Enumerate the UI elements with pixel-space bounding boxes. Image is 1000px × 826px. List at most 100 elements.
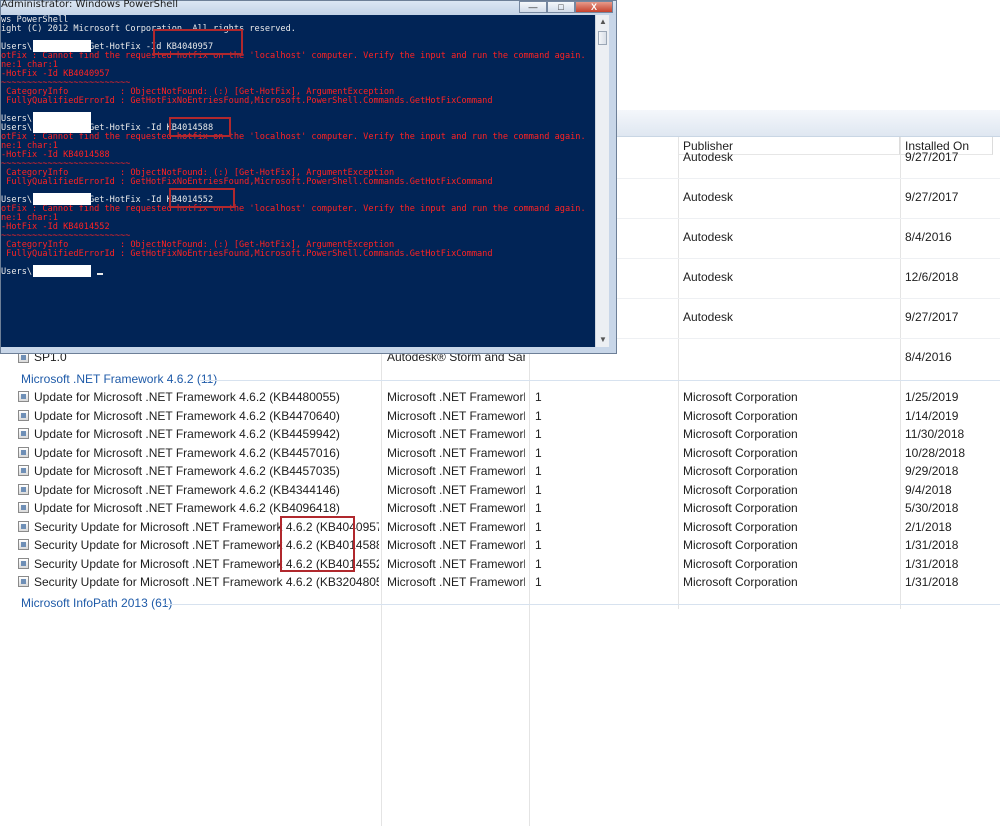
row-installed-on: 1/31/2018 — [905, 538, 959, 552]
update-icon — [18, 483, 29, 495]
powershell-window[interactable]: Administrator: Windows PowerShell — □ X … — [0, 0, 617, 354]
row-version: 1 — [535, 408, 542, 423]
table-row[interactable]: Update for Microsoft .NET Framework 4.6.… — [0, 481, 1000, 499]
row-installed-on: 10/28/2018 — [905, 445, 966, 460]
table-row[interactable]: Security Update for Microsoft .NET Frame… — [0, 536, 1000, 554]
row-publisher: Microsoft Corporation — [683, 482, 798, 497]
minimize-button[interactable]: — — [519, 1, 547, 13]
table-row[interactable]: Update for Microsoft .NET Framework 4.6.… — [0, 425, 1000, 443]
row-installed-on: 9/4/2018 — [905, 482, 952, 497]
row-program: Microsoft .NET Framework... — [387, 556, 525, 571]
row-installed-on: 5/30/2018 — [905, 501, 959, 515]
row-publisher: Microsoft Corporation — [683, 519, 798, 534]
row-installed-on: 2/1/2018 — [905, 519, 952, 534]
row-program: Microsoft .NET Framework... — [387, 482, 525, 497]
table-row[interactable]: Update for Microsoft .NET Framework 4.6.… — [0, 462, 1000, 480]
row-version: 1 — [535, 519, 542, 534]
scroll-up-icon[interactable]: ▲ — [596, 15, 610, 29]
update-icon — [18, 576, 29, 587]
row-installed-on: 8/4/2016 — [905, 350, 952, 364]
powershell-titlebar[interactable]: Administrator: Windows PowerShell — □ X — [1, 0, 616, 15]
console-scrollbar[interactable]: ▲ ▼ — [595, 15, 610, 347]
row-publisher: Autodesk — [683, 150, 734, 164]
scroll-down-icon[interactable]: ▼ — [596, 333, 610, 347]
row-installed-on: 9/27/2017 — [905, 190, 959, 204]
row-installed-on: 1/25/2019 — [905, 390, 959, 404]
row-program: Microsoft .NET Framework... — [387, 464, 525, 478]
row-installed-on: 9/27/2017 — [905, 150, 959, 164]
update-icon — [18, 391, 29, 402]
row-program: Microsoft .NET Framework... — [387, 519, 525, 534]
update-icon — [18, 502, 29, 513]
group-header-infopath[interactable]: Microsoft InfoPath 2013 (61) — [21, 596, 172, 610]
kb-highlight-box — [153, 29, 243, 55]
row-publisher: Microsoft Corporation — [683, 575, 798, 589]
row-version: 1 — [535, 556, 542, 571]
group-header-net-framework[interactable]: Microsoft .NET Framework 4.6.2 (11) — [21, 372, 217, 386]
row-name: Update for Microsoft .NET Framework 4.6.… — [34, 427, 340, 441]
window-title: Administrator: Windows PowerShell — [1, 0, 178, 10]
window-frame — [1, 347, 609, 353]
update-icon — [18, 465, 29, 476]
console-line: Users\ — [1, 267, 33, 277]
console-line: FullyQualifiedErrorId : GetHotFixNoEntri… — [1, 177, 493, 187]
row-program: Microsoft .NET Framework... — [387, 427, 525, 441]
table-row[interactable]: Update for Microsoft .NET Framework 4.6.… — [0, 444, 1000, 462]
row-publisher: Microsoft Corporation — [683, 464, 798, 478]
update-icon — [18, 539, 29, 550]
group-divider — [165, 604, 1000, 605]
maximize-button[interactable]: □ — [547, 1, 575, 13]
row-publisher: Microsoft Corporation — [683, 445, 798, 460]
console-output[interactable]: ws PowerShell ight (C) 2012 Microsoft Cor… — [1, 15, 595, 347]
row-installed-on: 1/31/2018 — [905, 575, 959, 589]
update-icon — [18, 428, 29, 439]
console-line: otFix : Cannot find the requested hotfix… — [1, 204, 586, 214]
row-installed-on: 9/29/2018 — [905, 464, 959, 478]
row-version: 1 — [535, 390, 542, 404]
window-frame — [609, 15, 616, 353]
row-installed-on: 9/27/2017 — [905, 310, 959, 324]
update-icon — [18, 520, 29, 532]
row-installed-on: 8/4/2016 — [905, 230, 952, 244]
row-program: Microsoft .NET Framework... — [387, 575, 525, 589]
console-line: FullyQualifiedErrorId : GetHotFixNoEntri… — [1, 249, 493, 259]
row-publisher: Autodesk — [683, 270, 734, 284]
table-row[interactable]: Security Update for Microsoft .NET Frame… — [0, 555, 1000, 573]
row-name: Update for Microsoft .NET Framework 4.6.… — [34, 464, 340, 478]
row-publisher: Microsoft Corporation — [683, 538, 798, 552]
table-row[interactable]: Update for Microsoft .NET Framework 4.6.… — [0, 407, 1000, 425]
row-version: 1 — [535, 445, 542, 460]
row-publisher: Microsoft Corporation — [683, 390, 798, 404]
redacted-username — [33, 193, 91, 205]
table-row[interactable]: Update for Microsoft .NET Framework 4.6.… — [0, 388, 1000, 406]
row-installed-on: 11/30/2018 — [905, 427, 965, 441]
update-icon — [18, 557, 29, 569]
row-publisher: Autodesk — [683, 230, 734, 244]
console-line: otFix : Cannot find the requested hotfix… — [1, 51, 586, 61]
console-line: FullyQualifiedErrorId : GetHotFixNoEntri… — [1, 96, 493, 106]
group-divider — [200, 380, 1000, 381]
row-version: 1 — [535, 575, 542, 589]
close-button[interactable]: X — [575, 1, 613, 13]
row-program: Microsoft .NET Framework... — [387, 501, 525, 515]
row-program: Microsoft .NET Framework... — [387, 390, 525, 404]
row-publisher: Microsoft Corporation — [683, 408, 798, 423]
update-icon — [18, 409, 29, 421]
row-installed-on: 12/6/2018 — [905, 270, 959, 284]
row-name: Security Update for Microsoft .NET Frame… — [34, 575, 379, 589]
table-row[interactable]: Security Update for Microsoft .NET Frame… — [0, 518, 1000, 536]
row-version: 1 — [535, 482, 542, 497]
table-row[interactable]: Update for Microsoft .NET Framework 4.6.… — [0, 499, 1000, 517]
row-name: Update for Microsoft .NET Framework 4.6.… — [34, 501, 340, 515]
row-program: Microsoft .NET Framework... — [387, 445, 525, 460]
console-line: otFix : Cannot find the requested hotfix… — [1, 132, 586, 142]
row-program: Microsoft .NET Framework... — [387, 408, 525, 423]
row-publisher: Microsoft Corporation — [683, 501, 798, 515]
row-version: 1 — [535, 501, 542, 515]
scroll-thumb[interactable] — [598, 31, 607, 45]
row-version: 1 — [535, 464, 542, 478]
row-name: Update for Microsoft .NET Framework 4.6.… — [34, 445, 340, 460]
row-version: 1 — [535, 427, 542, 441]
table-row[interactable]: Security Update for Microsoft .NET Frame… — [0, 573, 1000, 591]
row-name: Update for Microsoft .NET Framework 4.6.… — [34, 390, 340, 404]
